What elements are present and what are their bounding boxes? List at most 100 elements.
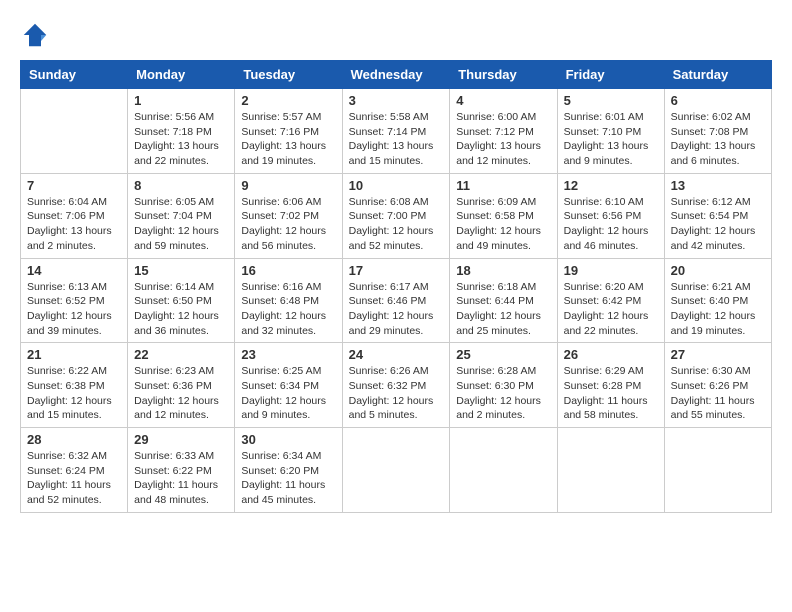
day-number: 29 bbox=[134, 432, 228, 447]
calendar-cell: 18 Sunrise: 6:18 AM Sunset: 6:44 PM Dayli… bbox=[450, 258, 557, 343]
day-info: Sunrise: 6:33 AM Sunset: 6:22 PM Dayligh… bbox=[134, 449, 228, 508]
calendar-cell: 29 Sunrise: 6:33 AM Sunset: 6:22 PM Dayli… bbox=[128, 428, 235, 513]
calendar-week-row: 21Sunrise: 6:22 AM Sunset: 6:38 PM Dayli… bbox=[21, 343, 772, 428]
day-info: Sunrise: 6:01 AM Sunset: 7:10 PM Dayligh… bbox=[564, 110, 658, 169]
calendar-cell: 24 Sunrise: 6:26 AM Sunset: 6:32 PM Dayli… bbox=[342, 343, 450, 428]
calendar-cell bbox=[664, 428, 771, 513]
day-number: 19 bbox=[564, 263, 658, 278]
day-info: Sunrise: 6:00 AM Sunset: 7:12 PM Dayligh… bbox=[456, 110, 550, 169]
calendar-header-monday: Monday bbox=[128, 61, 235, 89]
calendar-cell: 15 Sunrise: 6:14 AM Sunset: 6:50 PM Dayli… bbox=[128, 258, 235, 343]
calendar-cell: 6 Sunrise: 6:02 AM Sunset: 7:08 PM Daylig… bbox=[664, 89, 771, 174]
calendar-week-row: 7 Sunrise: 6:04 AM Sunset: 7:06 PM Daylig… bbox=[21, 173, 772, 258]
day-info: Sunrise: 6:25 AM Sunset: 6:34 PM Dayligh… bbox=[241, 364, 335, 423]
day-number: 28 bbox=[27, 432, 121, 447]
calendar-cell: 16 Sunrise: 6:16 AM Sunset: 6:48 PM Dayli… bbox=[235, 258, 342, 343]
calendar-cell: 10 Sunrise: 6:08 AM Sunset: 7:00 PM Dayli… bbox=[342, 173, 450, 258]
calendar-cell bbox=[557, 428, 664, 513]
page-header bbox=[20, 20, 772, 50]
day-number: 14 bbox=[27, 263, 121, 278]
day-info: Sunrise: 6:30 AM Sunset: 6:26 PM Dayligh… bbox=[671, 364, 765, 423]
calendar-cell: 1 Sunrise: 5:56 AM Sunset: 7:18 PM Daylig… bbox=[128, 89, 235, 174]
calendar-cell: 7 Sunrise: 6:04 AM Sunset: 7:06 PM Daylig… bbox=[21, 173, 128, 258]
day-info: Sunrise: 6:16 AM Sunset: 6:48 PM Dayligh… bbox=[241, 280, 335, 339]
day-info: Sunrise: 6:17 AM Sunset: 6:46 PM Dayligh… bbox=[349, 280, 444, 339]
day-info: Sunrise: 6:26 AM Sunset: 6:32 PM Dayligh… bbox=[349, 364, 444, 423]
calendar-cell: 26 Sunrise: 6:29 AM Sunset: 6:28 PM Dayli… bbox=[557, 343, 664, 428]
calendar-week-row: 1 Sunrise: 5:56 AM Sunset: 7:18 PM Daylig… bbox=[21, 89, 772, 174]
day-number: 17 bbox=[349, 263, 444, 278]
day-number: 7 bbox=[27, 178, 121, 193]
calendar-header-thursday: Thursday bbox=[450, 61, 557, 89]
day-number: 1 bbox=[134, 93, 228, 108]
day-info: Sunrise: 6:06 AM Sunset: 7:02 PM Dayligh… bbox=[241, 195, 335, 254]
day-number: 30 bbox=[241, 432, 335, 447]
calendar-cell: 23 Sunrise: 6:25 AM Sunset: 6:34 PM Dayli… bbox=[235, 343, 342, 428]
calendar-week-row: 28 Sunrise: 6:32 AM Sunset: 6:24 PM Dayli… bbox=[21, 428, 772, 513]
day-number: 18 bbox=[456, 263, 550, 278]
day-number: 6 bbox=[671, 93, 765, 108]
calendar-header-sunday: Sunday bbox=[21, 61, 128, 89]
day-info: Sunrise: 6:29 AM Sunset: 6:28 PM Dayligh… bbox=[564, 364, 658, 423]
day-info: Sunrise: 5:58 AM Sunset: 7:14 PM Dayligh… bbox=[349, 110, 444, 169]
day-info: Sunrise: 6:04 AM Sunset: 7:06 PM Dayligh… bbox=[27, 195, 121, 254]
day-number: 24 bbox=[349, 347, 444, 362]
calendar-cell: 27 Sunrise: 6:30 AM Sunset: 6:26 PM Dayli… bbox=[664, 343, 771, 428]
calendar-cell: 20Sunrise: 6:21 AM Sunset: 6:40 PM Dayli… bbox=[664, 258, 771, 343]
day-info: Sunrise: 5:56 AM Sunset: 7:18 PM Dayligh… bbox=[134, 110, 228, 169]
day-number: 15 bbox=[134, 263, 228, 278]
day-number: 2 bbox=[241, 93, 335, 108]
day-number: 23 bbox=[241, 347, 335, 362]
day-info: Sunrise: 6:21 AM Sunset: 6:40 PM Dayligh… bbox=[671, 280, 765, 339]
day-info: Sunrise: 6:23 AM Sunset: 6:36 PM Dayligh… bbox=[134, 364, 228, 423]
day-info: Sunrise: 5:57 AM Sunset: 7:16 PM Dayligh… bbox=[241, 110, 335, 169]
calendar-table: SundayMondayTuesdayWednesdayThursdayFrid… bbox=[20, 60, 772, 513]
day-info: Sunrise: 6:28 AM Sunset: 6:30 PM Dayligh… bbox=[456, 364, 550, 423]
calendar-cell: 28 Sunrise: 6:32 AM Sunset: 6:24 PM Dayli… bbox=[21, 428, 128, 513]
calendar-cell: 17 Sunrise: 6:17 AM Sunset: 6:46 PM Dayli… bbox=[342, 258, 450, 343]
day-info: Sunrise: 6:32 AM Sunset: 6:24 PM Dayligh… bbox=[27, 449, 121, 508]
day-number: 22 bbox=[134, 347, 228, 362]
calendar-cell: 9Sunrise: 6:06 AM Sunset: 7:02 PM Daylig… bbox=[235, 173, 342, 258]
calendar-cell: 12Sunrise: 6:10 AM Sunset: 6:56 PM Dayli… bbox=[557, 173, 664, 258]
day-number: 21 bbox=[27, 347, 121, 362]
calendar-cell: 4 Sunrise: 6:00 AM Sunset: 7:12 PM Daylig… bbox=[450, 89, 557, 174]
day-info: Sunrise: 6:12 AM Sunset: 6:54 PM Dayligh… bbox=[671, 195, 765, 254]
day-info: Sunrise: 6:34 AM Sunset: 6:20 PM Dayligh… bbox=[241, 449, 335, 508]
day-number: 8 bbox=[134, 178, 228, 193]
calendar-header-wednesday: Wednesday bbox=[342, 61, 450, 89]
calendar-cell: 25Sunrise: 6:28 AM Sunset: 6:30 PM Dayli… bbox=[450, 343, 557, 428]
calendar-cell: 14 Sunrise: 6:13 AM Sunset: 6:52 PM Dayli… bbox=[21, 258, 128, 343]
calendar-header-saturday: Saturday bbox=[664, 61, 771, 89]
day-number: 4 bbox=[456, 93, 550, 108]
day-number: 10 bbox=[349, 178, 444, 193]
calendar-cell: 19 Sunrise: 6:20 AM Sunset: 6:42 PM Dayli… bbox=[557, 258, 664, 343]
day-number: 3 bbox=[349, 93, 444, 108]
calendar-cell: 22 Sunrise: 6:23 AM Sunset: 6:36 PM Dayli… bbox=[128, 343, 235, 428]
day-info: Sunrise: 6:13 AM Sunset: 6:52 PM Dayligh… bbox=[27, 280, 121, 339]
calendar-header-friday: Friday bbox=[557, 61, 664, 89]
calendar-cell: 2 Sunrise: 5:57 AM Sunset: 7:16 PM Daylig… bbox=[235, 89, 342, 174]
calendar-cell bbox=[450, 428, 557, 513]
calendar-cell: 21Sunrise: 6:22 AM Sunset: 6:38 PM Dayli… bbox=[21, 343, 128, 428]
day-number: 27 bbox=[671, 347, 765, 362]
day-number: 16 bbox=[241, 263, 335, 278]
calendar-header-row: SundayMondayTuesdayWednesdayThursdayFrid… bbox=[21, 61, 772, 89]
calendar-week-row: 14 Sunrise: 6:13 AM Sunset: 6:52 PM Dayli… bbox=[21, 258, 772, 343]
day-info: Sunrise: 6:08 AM Sunset: 7:00 PM Dayligh… bbox=[349, 195, 444, 254]
calendar-cell: 8Sunrise: 6:05 AM Sunset: 7:04 PM Daylig… bbox=[128, 173, 235, 258]
calendar-cell: 3 Sunrise: 5:58 AM Sunset: 7:14 PM Daylig… bbox=[342, 89, 450, 174]
day-info: Sunrise: 6:09 AM Sunset: 6:58 PM Dayligh… bbox=[456, 195, 550, 254]
day-number: 11 bbox=[456, 178, 550, 193]
day-info: Sunrise: 6:02 AM Sunset: 7:08 PM Dayligh… bbox=[671, 110, 765, 169]
day-info: Sunrise: 6:14 AM Sunset: 6:50 PM Dayligh… bbox=[134, 280, 228, 339]
calendar-cell: 5 Sunrise: 6:01 AM Sunset: 7:10 PM Daylig… bbox=[557, 89, 664, 174]
logo bbox=[20, 20, 54, 50]
day-info: Sunrise: 6:18 AM Sunset: 6:44 PM Dayligh… bbox=[456, 280, 550, 339]
day-number: 26 bbox=[564, 347, 658, 362]
calendar-cell bbox=[21, 89, 128, 174]
calendar-cell: 30 Sunrise: 6:34 AM Sunset: 6:20 PM Dayli… bbox=[235, 428, 342, 513]
calendar-cell: 11 Sunrise: 6:09 AM Sunset: 6:58 PM Dayli… bbox=[450, 173, 557, 258]
day-info: Sunrise: 6:20 AM Sunset: 6:42 PM Dayligh… bbox=[564, 280, 658, 339]
day-number: 5 bbox=[564, 93, 658, 108]
